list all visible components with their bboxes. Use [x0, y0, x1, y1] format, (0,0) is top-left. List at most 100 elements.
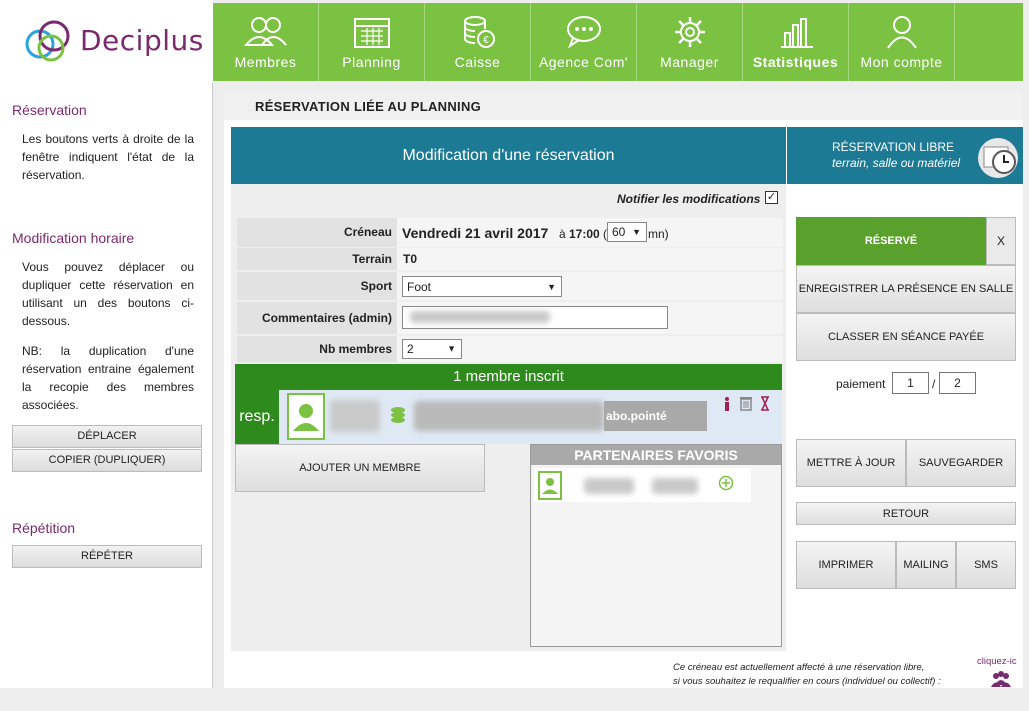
members-icon [243, 17, 287, 46]
nav-label: Planning [342, 54, 401, 70]
responsible-badge: resp. [235, 390, 279, 444]
requalify-note-line1: Ce créneau est actuellement affecté à un… [673, 662, 925, 673]
free-reservation-subtitle: terrain, salle ou matériel [832, 156, 961, 170]
click-here-link[interactable]: cliquez-ic [977, 656, 1017, 667]
reservation-heading: Réservation [12, 102, 87, 118]
nav-caisse[interactable]: € Caisse [425, 3, 531, 81]
svg-text:€: € [483, 35, 489, 46]
add-partner-icon[interactable] [718, 475, 734, 491]
sport-value: Foot [407, 280, 432, 294]
nav-manager[interactable]: Manager [637, 3, 743, 81]
sidebar: Réservation Les boutons verts à droite d… [0, 82, 213, 688]
mailing-button[interactable]: MAILING [896, 541, 956, 589]
add-member-button[interactable]: AJOUTER UN MEMBRE [235, 444, 485, 492]
nav-membres[interactable]: Membres [213, 3, 319, 81]
gear-icon [674, 17, 705, 47]
clock-calendar-icon [978, 138, 1018, 178]
payment-current-input[interactable]: 1 [892, 372, 929, 394]
members-count-bar: 1 membre inscrit [235, 364, 782, 390]
nav-mon-compte[interactable]: Mon compte [849, 3, 955, 81]
nav-statistiques[interactable]: Statistiques [743, 3, 849, 81]
top-navigation: Membres Planning € Caisse Agence Com' Ma… [213, 3, 1023, 81]
chevron-down-icon: ▼ [547, 281, 556, 292]
duplication-note: NB: la duplication d'une réservation ent… [22, 344, 194, 412]
modification-heading: Modification horaire [12, 230, 135, 246]
nav-label: Membres [234, 54, 297, 70]
partner-firstname-redacted [584, 478, 634, 494]
reservation-help-text: Les boutons verts à droite de la fenêtre… [22, 132, 194, 182]
sms-button[interactable]: SMS [956, 541, 1016, 589]
trash-icon[interactable] [739, 395, 753, 411]
nav-label: Agence Com' [538, 54, 629, 70]
cancel-reservation-button[interactable]: X [986, 217, 1016, 265]
group-people-icon[interactable] [991, 670, 1011, 688]
hourglass-icon[interactable] [760, 396, 770, 411]
requalify-note-line2: si vous souhaitez le requalifier en cour… [673, 676, 941, 687]
nav-planning[interactable]: Planning [319, 3, 425, 81]
mark-paid-button[interactable]: CLASSER EN SÉANCE PAYÉE [796, 313, 1016, 361]
comments-label: Commentaires (admin) [237, 302, 397, 334]
back-button[interactable]: RETOUR [796, 502, 1016, 525]
creneau-time: 17:00 [569, 227, 600, 241]
user-icon [886, 16, 917, 49]
chevron-down-icon: ▼ [447, 343, 456, 354]
bar-chart-icon [780, 18, 813, 48]
coins-icon [391, 407, 405, 423]
payment-total-input[interactable]: 2 [939, 372, 976, 394]
partner-lastname-redacted [652, 478, 698, 494]
user-silhouette-icon [293, 404, 319, 431]
page-title: RÉSERVATION LIÉE AU PLANNING [255, 99, 482, 114]
update-button[interactable]: METTRE À JOUR [796, 439, 906, 487]
reserved-status-button[interactable]: RÉSERVÉ [796, 217, 986, 265]
nav-label: Mon compte [860, 54, 943, 70]
cash-icon: € [463, 16, 495, 48]
duration-unit: mn) [648, 227, 669, 241]
user-silhouette-icon [542, 478, 558, 494]
chat-icon [566, 16, 601, 49]
copy-button[interactable]: COPIER (DUPLIQUER) [12, 449, 202, 472]
nav-label: Caisse [454, 54, 501, 70]
sport-select[interactable]: Foot ▼ [402, 276, 562, 297]
info-icon[interactable] [722, 396, 732, 412]
nb-members-label: Nb membres [237, 336, 397, 362]
creneau-date: Vendredi 21 avril 2017 [402, 225, 549, 241]
free-reservation-title: RÉSERVATION LIBRE [832, 140, 955, 154]
nav-agence-com[interactable]: Agence Com' [531, 3, 637, 81]
terrain-value-cell [397, 248, 783, 270]
print-button[interactable]: IMPRIMER [796, 541, 896, 589]
partner-avatar[interactable] [538, 471, 562, 500]
footer-band [0, 688, 1029, 711]
modification-heading: Modification d'une réservation [231, 127, 786, 184]
subscription-status: abo.pointé [604, 401, 707, 431]
terrain-value: T0 [403, 252, 418, 266]
duration-select[interactable]: 60 ▼ [607, 222, 647, 242]
nav-label: Statistiques [752, 54, 839, 70]
duration-value: 60 [612, 225, 626, 239]
notify-label: Notifier les modifications [617, 192, 761, 206]
modification-help-text: Vous pouvez déplacer ou dupliquer cette … [22, 260, 194, 328]
nb-members-select[interactable]: 2 ▼ [402, 339, 462, 359]
register-presence-button[interactable]: ENREGISTRER LA PRÉSENCE EN SALLE [796, 265, 1016, 313]
member-name-redacted [330, 400, 380, 432]
nav-label: Manager [660, 54, 719, 70]
repetition-heading: Répétition [12, 520, 76, 536]
save-button[interactable]: SAUVEGARDER [906, 439, 1016, 487]
creneau-label: Créneau [237, 218, 397, 247]
creneau-at: à [559, 227, 566, 241]
payment-label: paiement [836, 377, 886, 391]
nb-members-value: 2 [407, 342, 414, 356]
member-info-redacted [414, 401, 604, 431]
favorite-partners-title: PARTENAIRES FAVORIS [531, 445, 781, 465]
move-button[interactable]: DÉPLACER [12, 425, 202, 448]
notify-checkbox[interactable]: ✓ [765, 191, 778, 204]
chevron-down-icon: ▼ [632, 227, 641, 237]
repeat-button[interactable]: RÉPÉTER [12, 545, 202, 568]
deciplus-logo-icon[interactable] [24, 18, 76, 64]
sport-label: Sport [237, 272, 397, 300]
brand-name[interactable]: Deciplus [80, 24, 204, 57]
comments-redacted [410, 311, 550, 323]
terrain-label: Terrain [237, 248, 397, 270]
calendar-icon [353, 18, 390, 48]
member-avatar[interactable] [287, 393, 325, 440]
payment-separator: / [932, 377, 936, 391]
